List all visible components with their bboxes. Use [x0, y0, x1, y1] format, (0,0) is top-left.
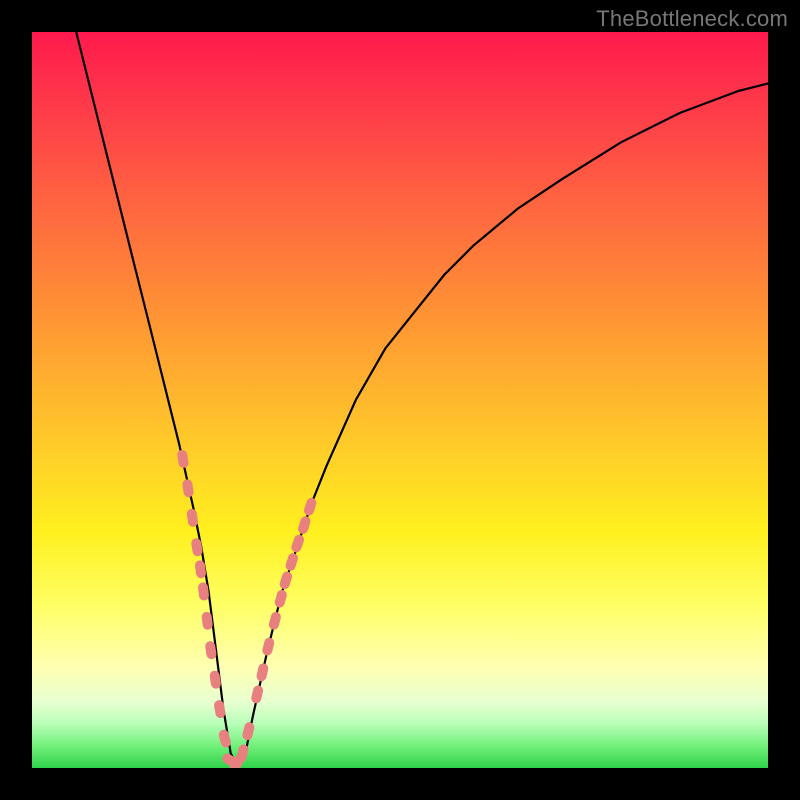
- marker-point: [182, 479, 195, 498]
- marker-point: [186, 508, 199, 527]
- watermark-text: TheBottleneck.com: [596, 6, 788, 32]
- marker-point: [268, 611, 282, 631]
- marker-point: [261, 637, 275, 657]
- marker-point: [278, 570, 293, 590]
- marker-group: [176, 449, 317, 768]
- marker-point: [290, 533, 306, 553]
- plot-area: [32, 32, 768, 768]
- marker-point: [303, 497, 318, 517]
- chart-svg: [32, 32, 768, 768]
- bottleneck-curve: [76, 32, 768, 768]
- marker-point: [284, 552, 299, 572]
- marker-point: [190, 537, 203, 556]
- marker-point: [274, 589, 288, 609]
- marker-point: [241, 721, 255, 741]
- marker-point: [176, 449, 189, 468]
- marker-point: [256, 662, 270, 682]
- chart-frame: TheBottleneck.com: [0, 0, 800, 800]
- marker-point: [297, 515, 312, 535]
- marker-point: [213, 699, 226, 718]
- marker-point: [250, 685, 264, 705]
